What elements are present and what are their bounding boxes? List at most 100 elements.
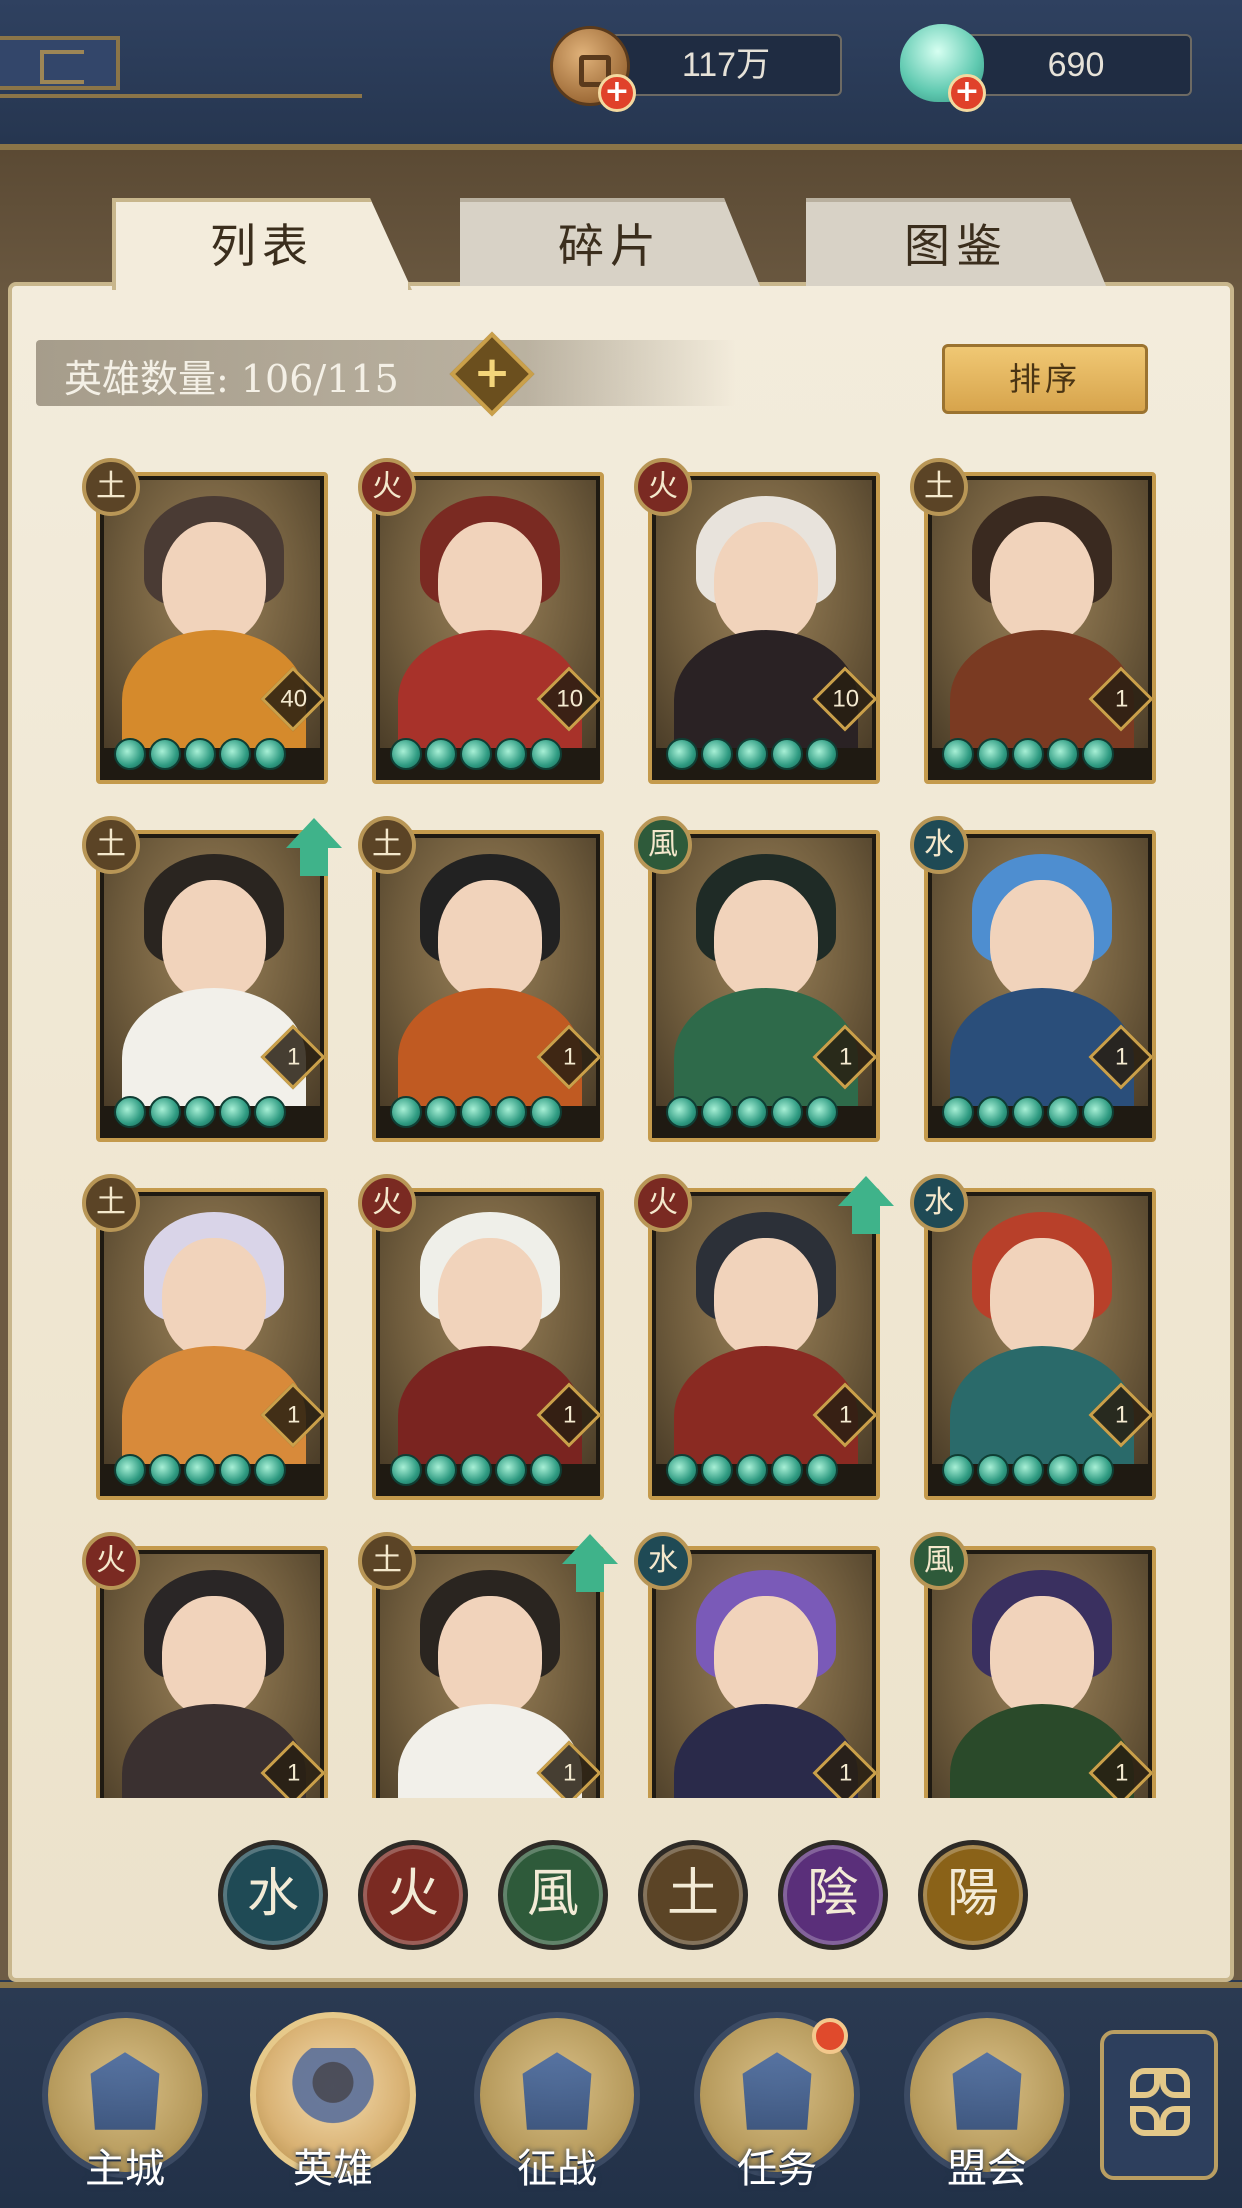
jade-star-icon <box>530 1454 562 1486</box>
jade-star-icon <box>942 1096 974 1128</box>
nav-hero[interactable]: 英雄 <box>250 2012 416 2192</box>
jade-star-icon <box>149 1096 181 1128</box>
fire-element-icon: 火 <box>358 1174 416 1232</box>
star-row <box>942 1096 1114 1130</box>
menu-flower-icon[interactable] <box>1100 2030 1218 2180</box>
jade-star-icon <box>460 738 492 770</box>
nav-label: 征战 <box>517 2146 597 2192</box>
jade-star-icon <box>666 1096 698 1128</box>
hero-level: 1 <box>563 1043 577 1071</box>
star-row <box>390 1096 562 1130</box>
hero-level: 1 <box>839 1401 853 1429</box>
jade-star-icon <box>1012 1096 1044 1128</box>
jade-star-icon <box>149 738 181 770</box>
notification-badge <box>812 2018 848 2054</box>
filter-water-button[interactable]: 水 <box>218 1840 328 1950</box>
coin-resource[interactable]: + 117万 <box>550 26 860 112</box>
wood-element-icon: 風 <box>634 816 692 874</box>
filter-earth-button[interactable]: 土 <box>638 1840 748 1950</box>
hero-level: 1 <box>1115 1043 1129 1071</box>
hero-icon <box>290 2048 376 2134</box>
filter-yang-button[interactable]: 陽 <box>918 1840 1028 1950</box>
jade-resource[interactable]: + 690 <box>900 24 1210 112</box>
hero-card[interactable]: 火1 <box>358 1174 604 1500</box>
hero-card[interactable]: 水1 <box>634 1532 880 1798</box>
nav-label: 盟会 <box>947 2146 1027 2192</box>
fire-element-icon: 火 <box>82 1532 140 1590</box>
add-coin-button[interactable]: + <box>598 74 636 112</box>
filter-fire-button[interactable]: 火 <box>358 1840 468 1950</box>
hero-card[interactable]: 風1 <box>634 816 880 1142</box>
jade-star-icon <box>495 1454 527 1486</box>
fire-element-icon: 火 <box>358 458 416 516</box>
hero-card[interactable]: 土1 <box>358 816 604 1142</box>
jade-star-icon <box>666 738 698 770</box>
hero-card[interactable]: 火 10 <box>634 458 880 784</box>
hero-card[interactable]: 水1 <box>910 816 1156 1142</box>
nav-alliance[interactable]: 盟会 <box>904 2012 1070 2192</box>
nav-label: 主城 <box>85 2146 165 2192</box>
jade-star-icon <box>530 1096 562 1128</box>
jade-star-icon <box>1047 1096 1079 1128</box>
jade-star-icon <box>701 738 733 770</box>
top-bar: + 117万 + 690 <box>0 0 1242 150</box>
upgrade-arrow-icon <box>558 1534 622 1598</box>
hero-card[interactable]: 火1 <box>634 1174 894 1500</box>
jade-star-icon <box>806 738 838 770</box>
wood-element-icon: 風 <box>910 1532 968 1590</box>
nav-label: 英雄 <box>293 2146 373 2192</box>
filter-wood-button[interactable]: 風 <box>498 1840 608 1950</box>
fire-element-icon: 火 <box>634 1174 692 1232</box>
water-element-icon: 水 <box>910 816 968 874</box>
star-row <box>114 1454 286 1488</box>
jade-star-icon <box>1012 1454 1044 1486</box>
jade-star-icon <box>806 1096 838 1128</box>
hero-level: 40 <box>280 685 308 713</box>
jade-star-icon <box>460 1454 492 1486</box>
jade-star-icon <box>771 738 803 770</box>
jade-star-icon <box>736 1096 768 1128</box>
jade-star-icon <box>254 738 286 770</box>
tab-fragments[interactable]: 碎片 <box>460 198 760 286</box>
add-jade-button[interactable]: + <box>948 74 986 112</box>
hero-card[interactable]: 土1 <box>82 816 342 1142</box>
hero-level: 10 <box>832 685 860 713</box>
filter-yin-button[interactable]: 陰 <box>778 1840 888 1950</box>
star-row <box>666 1096 838 1130</box>
hero-card[interactable]: 水1 <box>910 1174 1156 1500</box>
jade-star-icon <box>254 1096 286 1128</box>
hero-level: 1 <box>1115 685 1129 713</box>
hero-card[interactable]: 土 40 <box>82 458 328 784</box>
hero-card[interactable]: 土1 <box>82 1174 328 1500</box>
divider <box>0 94 362 98</box>
nav-battle[interactable]: 征战 <box>474 2012 640 2192</box>
sort-button[interactable]: 排序 <box>942 344 1148 414</box>
jade-star-icon <box>184 738 216 770</box>
hero-card[interactable]: 土1 <box>910 458 1156 784</box>
earth-element-icon: 土 <box>82 816 140 874</box>
earth-element-icon: 土 <box>82 1174 140 1232</box>
hero-card[interactable]: 風1 <box>910 1532 1156 1798</box>
tab-list[interactable]: 列表 <box>112 198 412 290</box>
hero-card[interactable]: 火1 <box>82 1532 328 1798</box>
earth-element-icon: 土 <box>910 458 968 516</box>
jade-star-icon <box>1082 738 1114 770</box>
star-row <box>114 738 286 772</box>
jade-star-icon <box>184 1454 216 1486</box>
nav-castle[interactable]: 主城 <box>42 2012 208 2192</box>
star-row <box>942 738 1114 772</box>
jade-star-icon <box>736 738 768 770</box>
jade-star-icon <box>806 1454 838 1486</box>
jade-star-icon <box>977 1096 1009 1128</box>
hero-card[interactable]: 土1 <box>358 1532 618 1798</box>
jade-star-icon <box>114 738 146 770</box>
jade-star-icon <box>942 738 974 770</box>
star-row <box>390 1454 562 1488</box>
hero-card[interactable]: 火 10 <box>358 458 604 784</box>
fire-element-icon: 火 <box>634 458 692 516</box>
tab-codex[interactable]: 图鉴 <box>806 198 1106 286</box>
plus-icon: + <box>473 347 511 398</box>
jade-star-icon <box>1047 738 1079 770</box>
jade-star-icon <box>425 1096 457 1128</box>
hero-level: 1 <box>839 1043 853 1071</box>
